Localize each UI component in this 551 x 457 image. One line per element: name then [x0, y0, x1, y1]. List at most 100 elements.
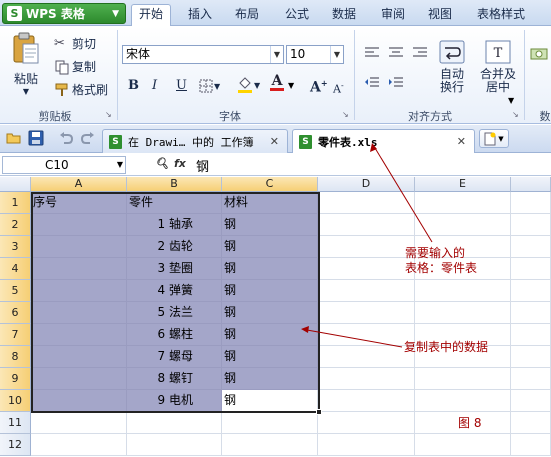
cell-c2[interactable]: 钢: [222, 214, 318, 236]
cell-a11[interactable]: [31, 412, 127, 434]
row-header[interactable]: 11: [0, 412, 31, 434]
cell-a9[interactable]: [31, 368, 127, 390]
cell-b8[interactable]: 7 螺母: [127, 346, 222, 368]
tab-data[interactable]: 数据: [324, 5, 364, 25]
cell-a2[interactable]: [31, 214, 127, 236]
tab-home[interactable]: 开始: [131, 4, 171, 27]
close-icon[interactable]: ✕: [270, 135, 279, 148]
app-menu-button[interactable]: S WPS 表格 ▼: [2, 3, 126, 24]
insert-function-button[interactable]: fx: [174, 157, 186, 170]
cell-c12[interactable]: [222, 434, 318, 456]
column-f-cells[interactable]: [511, 192, 551, 456]
cell-c5[interactable]: 钢: [222, 280, 318, 302]
paste-button[interactable]: 粘贴 ▼: [8, 32, 44, 96]
close-icon[interactable]: ✕: [457, 135, 466, 148]
cell-b4[interactable]: 3 垫圈: [127, 258, 222, 280]
cell-c3[interactable]: 钢: [222, 236, 318, 258]
dialog-launcher-icon[interactable]: ↘: [105, 110, 112, 119]
row-header[interactable]: 3: [0, 236, 31, 258]
tab-view[interactable]: 视图: [420, 5, 460, 25]
doc-tab-parts-table[interactable]: S 零件表.xls ✕: [292, 129, 475, 153]
merge-center-button[interactable]: T 合并及 居中: [478, 40, 518, 94]
cell-c1[interactable]: 材料: [222, 192, 318, 214]
chevron-down-icon[interactable]: ▼: [288, 81, 294, 90]
cell-b7[interactable]: 6 螺柱: [127, 324, 222, 346]
dialog-launcher-icon[interactable]: ↘: [342, 110, 349, 119]
font-color-button[interactable]: A: [270, 74, 284, 91]
cell-b12[interactable]: [127, 434, 222, 456]
row-header[interactable]: 10: [0, 390, 31, 412]
cell-a5[interactable]: [31, 280, 127, 302]
dialog-launcher-icon[interactable]: ↘: [512, 110, 519, 119]
column-header-e[interactable]: E: [415, 177, 511, 192]
tab-layout[interactable]: 布局: [227, 5, 267, 25]
cell-c7[interactable]: 钢: [222, 324, 318, 346]
name-box[interactable]: C10 ▼: [2, 156, 126, 174]
row-header[interactable]: 5: [0, 280, 31, 302]
cell-b11[interactable]: [127, 412, 222, 434]
increase-indent-button[interactable]: [388, 76, 404, 90]
cell-a6[interactable]: [31, 302, 127, 324]
row-header[interactable]: 12: [0, 434, 31, 456]
row-header[interactable]: 2: [0, 214, 31, 236]
cell-b2[interactable]: 1 轴承: [127, 214, 222, 236]
tab-review[interactable]: 审阅: [373, 5, 413, 25]
row-header[interactable]: 1: [0, 192, 31, 214]
doc-tab-workbook[interactable]: S 在 Drawi… 中的 工作簿 ✕: [102, 129, 288, 153]
cell-a3[interactable]: [31, 236, 127, 258]
cell-a7[interactable]: [31, 324, 127, 346]
format-painter-button[interactable]: 格式刷: [54, 81, 108, 98]
tab-insert[interactable]: 插入: [180, 5, 220, 25]
cell-b3[interactable]: 2 齿轮: [127, 236, 222, 258]
chevron-down-icon[interactable]: ▼: [508, 96, 514, 105]
font-size-select[interactable]: 10 ▼: [286, 45, 344, 64]
cell-c10-active[interactable]: 钢: [222, 390, 318, 412]
cell-c4[interactable]: 钢: [222, 258, 318, 280]
fill-handle[interactable]: [316, 409, 322, 415]
italic-button[interactable]: I: [152, 78, 157, 93]
column-d-cells[interactable]: [318, 192, 415, 456]
row-header[interactable]: 7: [0, 324, 31, 346]
cell-a8[interactable]: [31, 346, 127, 368]
cell-b1[interactable]: 零件: [127, 192, 222, 214]
redo-icon[interactable]: [80, 130, 96, 146]
column-header-b[interactable]: B: [127, 177, 222, 192]
formula-input[interactable]: 钢: [196, 156, 209, 175]
shrink-font-button[interactable]: A-: [333, 81, 344, 96]
cell-c6[interactable]: 钢: [222, 302, 318, 324]
tab-formula[interactable]: 公式: [277, 5, 317, 25]
select-all-corner[interactable]: [0, 177, 31, 192]
cell-a1[interactable]: 序号: [31, 192, 127, 214]
column-header-f[interactable]: [511, 177, 551, 192]
row-header[interactable]: 6: [0, 302, 31, 324]
align-center-button[interactable]: [388, 46, 404, 60]
open-folder-icon[interactable]: [6, 130, 22, 146]
cell-b5[interactable]: 4 弹簧: [127, 280, 222, 302]
align-top-left-button[interactable]: [364, 46, 380, 60]
cell-b6[interactable]: 5 法兰: [127, 302, 222, 324]
row-header[interactable]: 9: [0, 368, 31, 390]
align-right-button[interactable]: [412, 46, 428, 60]
font-name-select[interactable]: 宋体 ▼: [122, 45, 284, 64]
wrap-text-button[interactable]: 自动 换行: [437, 40, 467, 94]
copy-button[interactable]: 复制: [54, 58, 96, 75]
fill-color-button[interactable]: ▼: [236, 76, 260, 94]
tab-table-style[interactable]: 表格样式: [468, 5, 534, 25]
column-header-a[interactable]: A: [31, 177, 127, 192]
row-header[interactable]: 8: [0, 346, 31, 368]
number-format-button[interactable]: [530, 46, 548, 62]
column-header-d[interactable]: D: [318, 177, 415, 192]
search-function-icon[interactable]: 🔍︎: [155, 157, 169, 170]
decrease-indent-button[interactable]: [364, 76, 380, 90]
cut-button[interactable]: ✂ 剪切: [54, 35, 96, 52]
undo-icon[interactable]: [58, 130, 74, 146]
grow-font-button[interactable]: A+: [310, 78, 328, 96]
cell-c9[interactable]: 钢: [222, 368, 318, 390]
cell-c11[interactable]: [222, 412, 318, 434]
new-tab-button[interactable]: ▼: [479, 129, 509, 148]
row-header[interactable]: 4: [0, 258, 31, 280]
cell-a10[interactable]: [31, 390, 127, 412]
cell-b9[interactable]: 8 螺钉: [127, 368, 222, 390]
cell-a12[interactable]: [31, 434, 127, 456]
underline-button[interactable]: U: [176, 78, 187, 93]
